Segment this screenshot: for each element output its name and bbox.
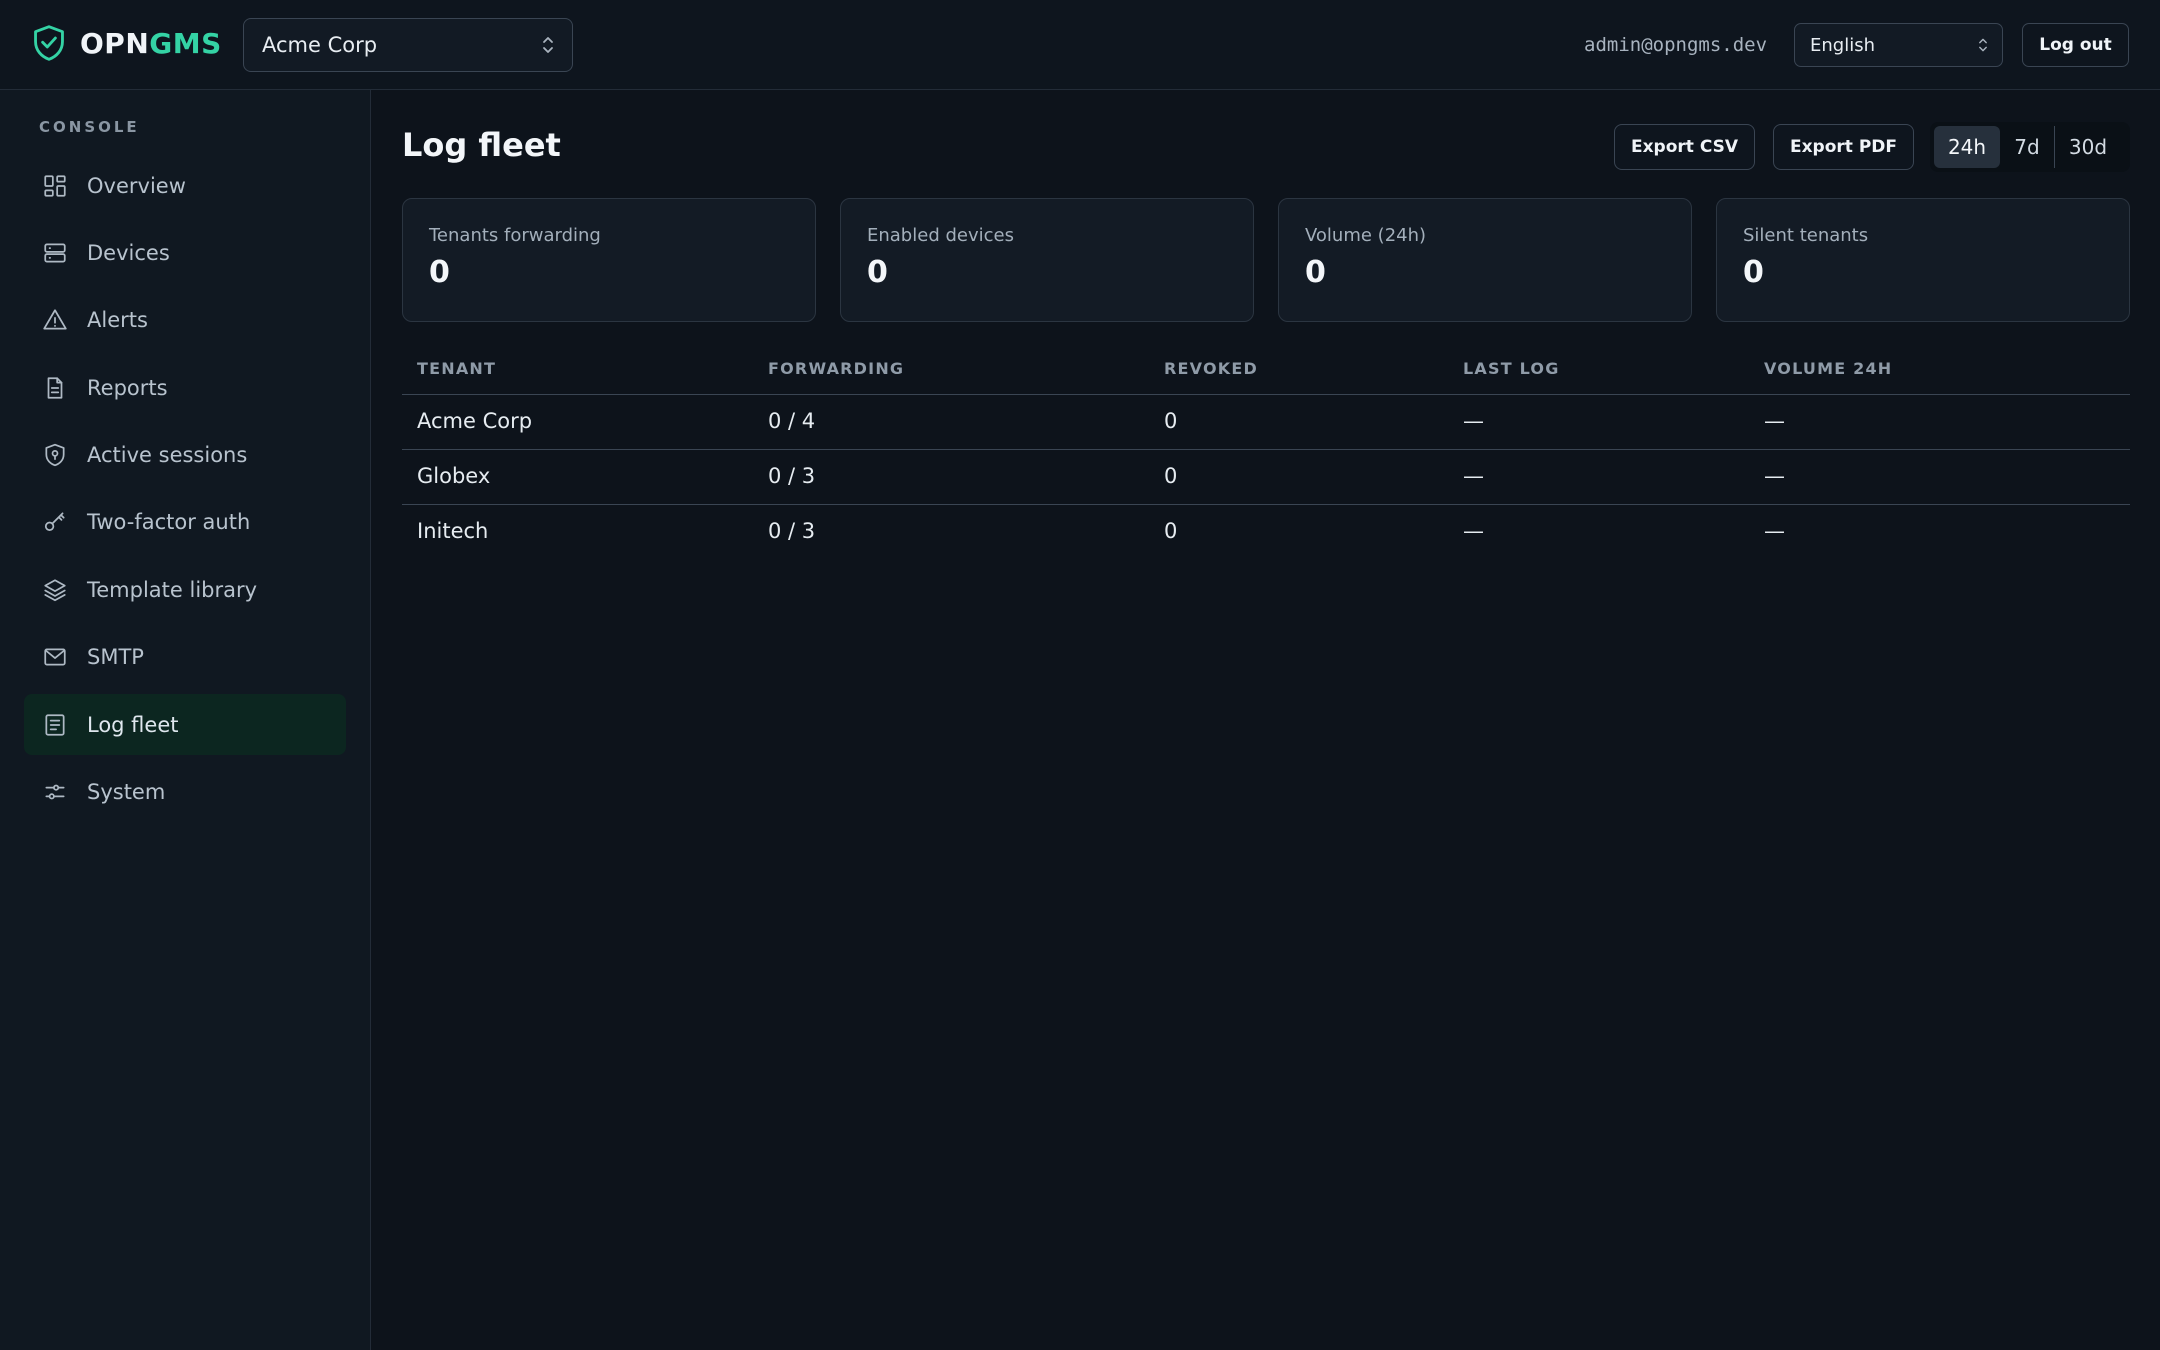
table-header: TENANT FORWARDING REVOKED LAST LOG VOLUM… [402,345,2130,395]
stat-card-enabled-devices: Enabled devices 0 [840,198,1254,322]
chevron-up-down-icon [1979,38,1987,52]
column-header-revoked[interactable]: REVOKED [1164,359,1258,378]
cell-revoked: 0 [1164,409,1178,433]
sidebar-item-two-factor-auth[interactable]: Two-factor auth [24,492,346,553]
logout-button[interactable]: Log out [2022,23,2129,67]
dashboard-grid-icon [44,174,66,197]
sidebar-item-devices[interactable]: Devices [24,222,346,283]
cell-volume-24h: — [1764,519,1785,543]
table-row[interactable]: Globex 0 / 3 0 — — [402,450,2130,505]
layers-icon [44,579,66,602]
sidebar-item-label: Devices [87,240,170,265]
time-range-toggle: 24h 7d 30d [1930,122,2130,172]
sidebar-item-smtp[interactable]: SMTP [24,627,346,688]
key-icon [44,512,65,532]
sidebar-item-label: SMTP [87,645,144,670]
stat-card-volume-24h: Volume (24h) 0 [1278,198,1692,322]
tenant-select-value: Acme Corp [262,33,378,57]
cell-forwarding: 0 / 4 [768,409,816,433]
sliders-icon [45,784,65,800]
sidebar-nav: Overview Devices Alerts Reports Active s… [24,155,346,829]
cell-tenant: Globex [417,464,491,488]
sidebar-item-label: Overview [87,173,186,198]
cell-forwarding: 0 / 3 [768,519,816,543]
chevron-up-down-icon [543,37,553,53]
brand-name-part1: OPN [80,26,150,60]
language-select[interactable]: English [1794,23,2003,67]
export-pdf-button[interactable]: Export PDF [1773,124,1914,170]
cell-volume-24h: — [1764,464,1785,488]
sidebar-item-template-library[interactable]: Template library [24,559,346,620]
cell-tenant: Acme Corp [417,409,533,433]
shield-pin-icon [45,443,65,467]
stat-card-silent-tenants: Silent tenants 0 [1716,198,2130,322]
top-bar: OPNGMS Acme Corp admin@opngms.dev Englis… [0,0,2160,90]
stat-value: 0 [429,255,450,290]
tenant-select[interactable]: Acme Corp [243,18,573,72]
column-header-forwarding[interactable]: FORWARDING [768,359,904,378]
cell-forwarding: 0 / 3 [768,464,816,488]
sidebar-item-label: System [87,780,166,805]
column-header-tenant[interactable]: TENANT [417,359,496,378]
sidebar-item-label: Alerts [87,308,148,333]
language-select-value: English [1810,34,1875,56]
log-list-icon [45,714,65,736]
sidebar-item-label: Two-factor auth [87,510,251,535]
brand-name: OPNGMS [80,27,222,60]
stat-label: Enabled devices [867,225,1014,246]
sidebar: CONSOLE Overview Devices Alerts Reports [0,90,371,1350]
cell-revoked: 0 [1164,519,1178,543]
cell-last-log: — [1463,464,1484,488]
stat-label: Silent tenants [1743,225,1869,246]
page-title: Log fleet [402,126,561,164]
shield-check-icon [34,25,64,61]
stat-card-tenants-forwarding: Tenants forwarding 0 [402,198,816,322]
range-option-30d[interactable]: 30d [2055,126,2121,168]
stat-value: 0 [867,255,888,290]
brand-logo[interactable]: OPNGMS [32,24,222,62]
document-icon [47,377,63,399]
cell-volume-24h: — [1764,409,1785,433]
sidebar-item-log-fleet[interactable]: Log fleet [24,694,346,756]
server-icon [44,243,66,263]
cell-tenant: Initech [417,519,489,543]
cell-last-log: — [1463,519,1484,543]
stat-value: 0 [1305,255,1326,290]
sidebar-item-overview[interactable]: Overview [24,155,346,216]
column-header-last-log[interactable]: LAST LOG [1463,359,1560,378]
sidebar-item-label: Log fleet [87,712,179,737]
warning-triangle-icon [43,309,67,330]
table-row[interactable]: Initech 0 / 3 0 — — [402,505,2130,560]
sidebar-item-active-sessions[interactable]: Active sessions [24,425,346,486]
range-option-24h[interactable]: 24h [1934,126,2000,168]
export-csv-button[interactable]: Export CSV [1614,124,1755,170]
stat-value: 0 [1743,255,1764,290]
cell-revoked: 0 [1164,464,1178,488]
sidebar-item-label: Template library [87,577,258,602]
cell-last-log: — [1463,409,1484,433]
column-header-volume-24h[interactable]: VOLUME 24H [1764,359,1892,378]
brand-name-part2: GMS [149,26,222,60]
sidebar-heading: CONSOLE [39,118,140,136]
range-option-7d[interactable]: 7d [2000,126,2054,168]
user-email: admin@opngms.dev [1584,34,1768,56]
mail-icon [44,648,66,666]
stat-label: Tenants forwarding [429,225,601,246]
sidebar-item-reports[interactable]: Reports [24,357,346,418]
sidebar-item-label: Reports [87,375,168,400]
sidebar-item-system[interactable]: System [24,762,346,823]
stat-label: Volume (24h) [1305,225,1427,246]
sidebar-item-alerts[interactable]: Alerts [24,290,346,351]
tenant-log-table: TENANT FORWARDING REVOKED LAST LOG VOLUM… [402,345,2130,560]
table-row[interactable]: Acme Corp 0 / 4 0 — — [402,395,2130,450]
sidebar-item-label: Active sessions [87,443,248,468]
